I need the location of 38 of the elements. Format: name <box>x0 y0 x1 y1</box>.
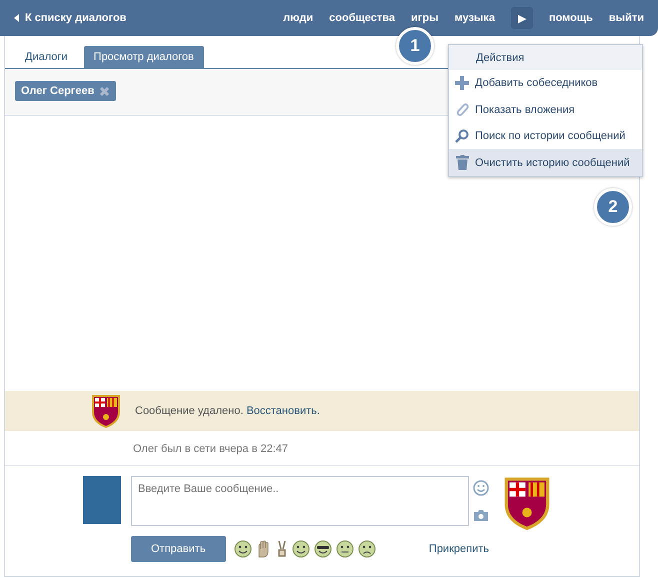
menu-item[interactable]: Показать вложения <box>449 96 642 123</box>
crest-avatar-icon <box>503 476 551 530</box>
nav-link[interactable]: сообщества <box>329 12 396 24</box>
nav-link[interactable]: выйти <box>608 12 644 24</box>
send-button[interactable]: Отправить <box>131 536 226 562</box>
back-arrow-icon <box>14 14 19 22</box>
emoji-icon[interactable] <box>292 540 310 558</box>
search-icon <box>455 129 469 143</box>
camera-icon[interactable] <box>473 509 489 522</box>
nav-link[interactable]: люди <box>283 12 314 24</box>
tab[interactable]: Диалоги <box>15 46 78 68</box>
menu-item[interactable]: Добавить собеседников <box>449 70 642 96</box>
emoji-icon[interactable] <box>336 540 354 558</box>
more-button[interactable]: ▶ <box>510 7 533 29</box>
callout-badge: 1 <box>396 27 434 65</box>
avatar-placeholder <box>83 476 121 524</box>
plus-icon <box>455 76 469 90</box>
crest-avatar-icon <box>91 394 121 428</box>
emoji-icon[interactable] <box>234 540 252 558</box>
menu-item[interactable]: Очистить историю сообщений <box>449 149 642 176</box>
menu-item[interactable]: Поиск по истории сообщений <box>449 123 642 149</box>
emoji-icon[interactable] <box>358 540 376 558</box>
emoji-icon[interactable] <box>314 540 332 558</box>
restore-link[interactable]: Восстановить. <box>246 405 320 417</box>
menu-title: Действия <box>449 45 642 70</box>
deleted-message-notice: Сообщение удалено. Восстановить. <box>135 405 320 417</box>
nav-link[interactable]: музыка <box>454 12 495 24</box>
attach-link[interactable]: Прикрепить <box>428 543 489 555</box>
smiley-icon[interactable] <box>473 480 489 496</box>
message-input-field[interactable]: Введите Ваше сообщение.. <box>131 476 469 526</box>
participant-chip[interactable]: Олег Сергеев <box>15 81 116 101</box>
nav-link[interactable]: помощь <box>548 12 593 24</box>
paperclip-icon <box>455 102 469 117</box>
nav-link[interactable]: игры <box>411 12 438 24</box>
trash-icon <box>456 155 468 170</box>
back-link[interactable]: К списку диалогов <box>14 12 126 24</box>
tab[interactable]: Просмотр диалогов <box>84 46 204 68</box>
last-seen-status: Олег был в сети вчера в 22:47 <box>133 443 288 455</box>
